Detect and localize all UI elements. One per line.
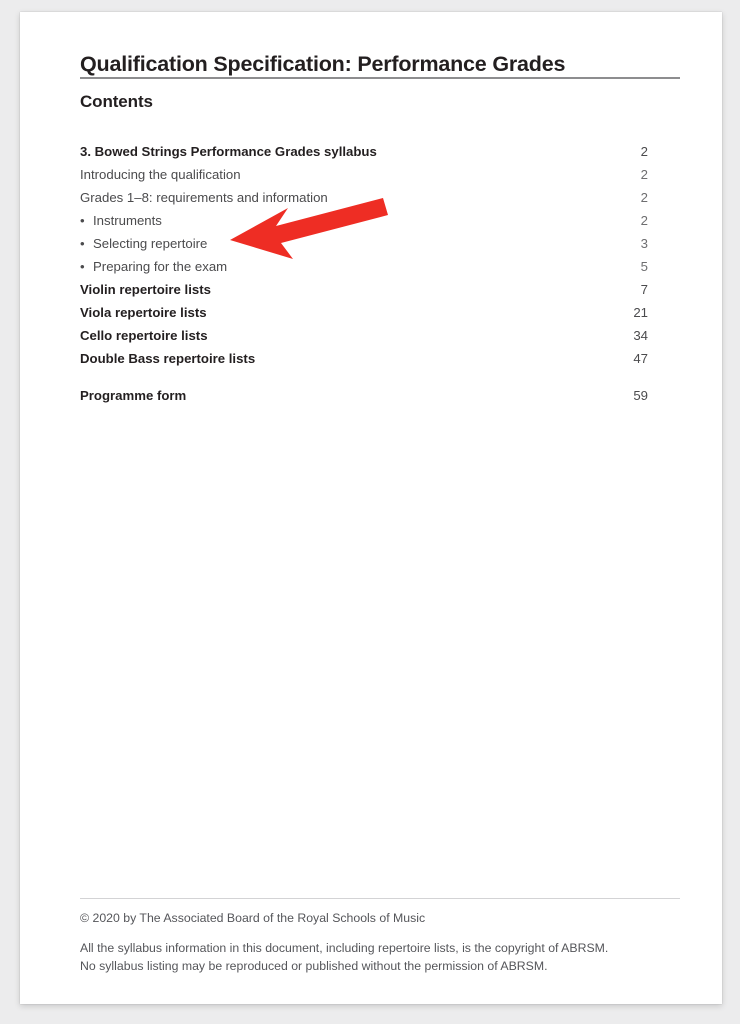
document-footer: © 2020 by The Associated Board of the Ro…: [80, 910, 680, 975]
toc-entry-label: Programme form: [80, 388, 187, 403]
toc-entry-page-number: 2: [640, 213, 648, 228]
contents-heading: Contents: [80, 92, 153, 111]
toc-entry-page-number: 2: [640, 144, 648, 159]
toc-entry[interactable]: Programme form 59: [80, 384, 680, 407]
footer-note: All the syllabus information in this doc…: [80, 940, 680, 976]
toc-entry-page-number: 34: [633, 328, 648, 343]
bullet-icon: •: [80, 259, 85, 274]
toc-entry-page-number: 2: [640, 190, 648, 205]
toc-entry-label: Preparing for the exam: [93, 259, 228, 274]
toc-entry[interactable]: • Preparing for the exam 5: [80, 255, 680, 278]
toc-entry-page-number: 59: [633, 388, 648, 403]
toc-entry-label: Cello repertoire lists: [80, 328, 208, 343]
toc-entry-label: Instruments: [93, 213, 162, 228]
title-divider: [80, 77, 680, 79]
toc-entry[interactable]: 3. Bowed Strings Performance Grades syll…: [80, 140, 680, 163]
toc-entry[interactable]: • Selecting repertoire 3: [80, 232, 680, 255]
toc-entry[interactable]: Viola repertoire lists 21: [80, 301, 680, 324]
toc-entry[interactable]: Cello repertoire lists 34: [80, 324, 680, 347]
toc-entry-page-number: 21: [633, 305, 648, 320]
page-title: Qualification Specification: Performance…: [80, 52, 566, 76]
toc-entry-label: Violin repertoire lists: [80, 282, 211, 297]
toc-entry[interactable]: Double Bass repertoire lists 47: [80, 347, 680, 370]
footer-divider: [80, 898, 680, 899]
toc-entry-page-number: 5: [640, 259, 648, 274]
toc-entry-label: Grades 1–8: requirements and information: [80, 190, 328, 205]
toc-entry[interactable]: Violin repertoire lists 7: [80, 278, 680, 301]
bullet-icon: •: [80, 213, 85, 228]
table-of-contents: 3. Bowed Strings Performance Grades syll…: [80, 140, 680, 407]
toc-entry[interactable]: Introducing the qualification 2: [80, 163, 680, 186]
toc-entry[interactable]: Grades 1–8: requirements and information…: [80, 186, 680, 209]
bullet-icon: •: [80, 236, 85, 251]
toc-entry-page-number: 7: [640, 282, 648, 297]
footer-note-line-1: All the syllabus information in this doc…: [80, 940, 609, 955]
toc-entry-label: Selecting repertoire: [93, 236, 208, 251]
toc-entry-label: Introducing the qualification: [80, 167, 241, 182]
toc-entry-page-number: 3: [640, 236, 648, 251]
toc-entry-label: Viola repertoire lists: [80, 305, 207, 320]
footer-copyright: © 2020 by The Associated Board of the Ro…: [80, 911, 426, 925]
document-page: Qualification Specification: Performance…: [20, 12, 722, 1004]
footer-note-line-2: No syllabus listing may be reproduced or…: [80, 958, 548, 973]
toc-entry-page-number: 47: [633, 351, 648, 366]
toc-entry[interactable]: • Instruments 2: [80, 209, 680, 232]
toc-entry-label: Double Bass repertoire lists: [80, 351, 256, 366]
toc-entry-page-number: 2: [640, 167, 648, 182]
toc-entry-label: 3. Bowed Strings Performance Grades syll…: [80, 144, 377, 159]
